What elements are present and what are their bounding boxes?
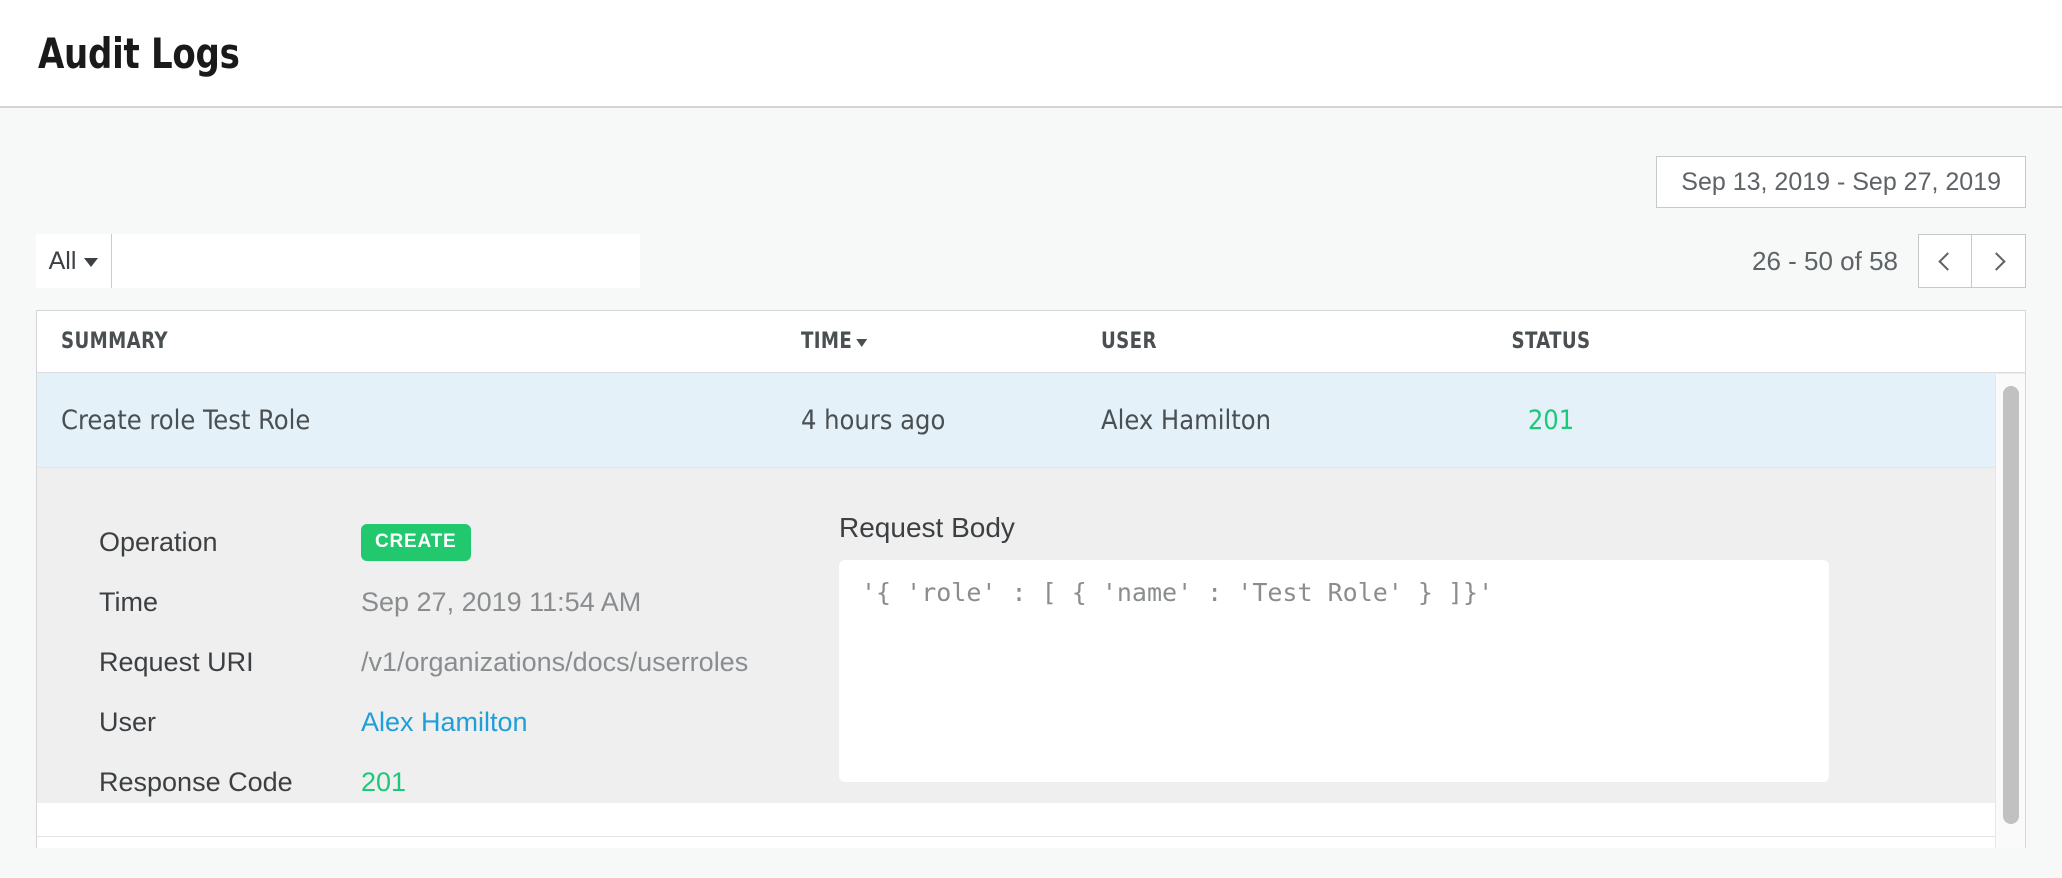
detail-row-user: User Alex Hamilton (99, 692, 839, 752)
detail-value-user-link[interactable]: Alex Hamilton (361, 707, 528, 738)
detail-label-time: Time (99, 587, 361, 618)
sort-descending-icon (856, 339, 867, 347)
date-range-label: Sep 13, 2019 - Sep 27, 2019 (1681, 168, 2001, 197)
request-body-label: Request Body (839, 512, 1829, 544)
request-body-content: '{ 'role' : [ { 'name' : 'Test Role' } ]… (839, 560, 1829, 782)
request-body-section: Request Body '{ 'role' : [ { 'name' : 'T… (839, 512, 2025, 803)
filter-dropdown-label: All (49, 247, 77, 276)
pagination: 26 - 50 of 58 (1752, 234, 2026, 288)
detail-row-request-uri: Request URI /v1/organizations/docs/userr… (99, 632, 839, 692)
filter-dropdown[interactable]: All (36, 234, 112, 288)
detail-value-time: Sep 27, 2019 11:54 AM (361, 587, 641, 618)
date-range-picker[interactable]: Sep 13, 2019 - Sep 27, 2019 (1656, 156, 2026, 208)
chevron-left-icon (1938, 252, 1956, 270)
column-header-summary-label: SUMMARY (61, 329, 168, 354)
column-header-user[interactable]: USER (1101, 329, 1377, 354)
audit-log-table: SUMMARY TIME USER STATUS Create role Tes… (36, 310, 2026, 848)
chevron-right-icon (1987, 252, 2005, 270)
detail-row-response-code: Response Code 201 (99, 752, 839, 812)
row-time: 4 hours ago (801, 405, 1101, 436)
detail-label-response-code: Response Code (99, 767, 361, 798)
pagination-buttons (1918, 234, 2026, 288)
search-input[interactable] (112, 234, 640, 288)
detail-fields: Operation CREATE Time Sep 27, 2019 11:54… (99, 512, 839, 803)
detail-value-response-code: 201 (361, 767, 406, 798)
page-header: Audit Logs (0, 0, 2062, 108)
date-range-row: Sep 13, 2019 - Sep 27, 2019 (36, 108, 2026, 208)
page-title: Audit Logs (38, 29, 240, 78)
operation-badge: CREATE (361, 524, 471, 561)
column-header-status[interactable]: STATUS (1413, 329, 1689, 354)
chevron-down-icon (84, 258, 98, 267)
detail-value-request-uri: /v1/organizations/docs/userroles (361, 647, 748, 678)
table-row[interactable]: Create role Test Role 4 hours ago Alex H… (37, 373, 2025, 467)
next-page-button[interactable] (1972, 234, 2026, 288)
column-header-user-label: USER (1101, 329, 1157, 354)
controls-row: All 26 - 50 of 58 (36, 234, 2026, 288)
pagination-range-label: 26 - 50 of 58 (1752, 246, 1898, 277)
row-status: 201 (1401, 405, 1701, 436)
detail-label-request-uri: Request URI (99, 647, 361, 678)
search-group: All (36, 234, 640, 288)
column-header-summary[interactable]: SUMMARY (61, 329, 742, 354)
detail-row-time: Time Sep 27, 2019 11:54 AM (99, 572, 839, 632)
next-row-peek (37, 836, 2025, 848)
table-scrollbar[interactable] (1995, 374, 2025, 848)
prev-page-button[interactable] (1918, 234, 1972, 288)
detail-label-user: User (99, 707, 361, 738)
table-header-row: SUMMARY TIME USER STATUS (37, 311, 2025, 373)
detail-row-operation: Operation CREATE (99, 512, 839, 572)
detail-label-operation: Operation (99, 527, 361, 558)
row-detail-panel: Operation CREATE Time Sep 27, 2019 11:54… (37, 467, 2025, 803)
audit-logs-body: Sep 13, 2019 - Sep 27, 2019 All 26 - 50 … (0, 108, 2062, 878)
column-header-time-label: TIME (801, 329, 852, 354)
column-header-time[interactable]: TIME (801, 329, 1077, 354)
table-scrollbar-thumb[interactable] (2003, 386, 2019, 824)
row-summary: Create role Test Role (61, 405, 801, 436)
row-user: Alex Hamilton (1101, 405, 1401, 436)
column-header-status-label: STATUS (1413, 329, 1689, 354)
